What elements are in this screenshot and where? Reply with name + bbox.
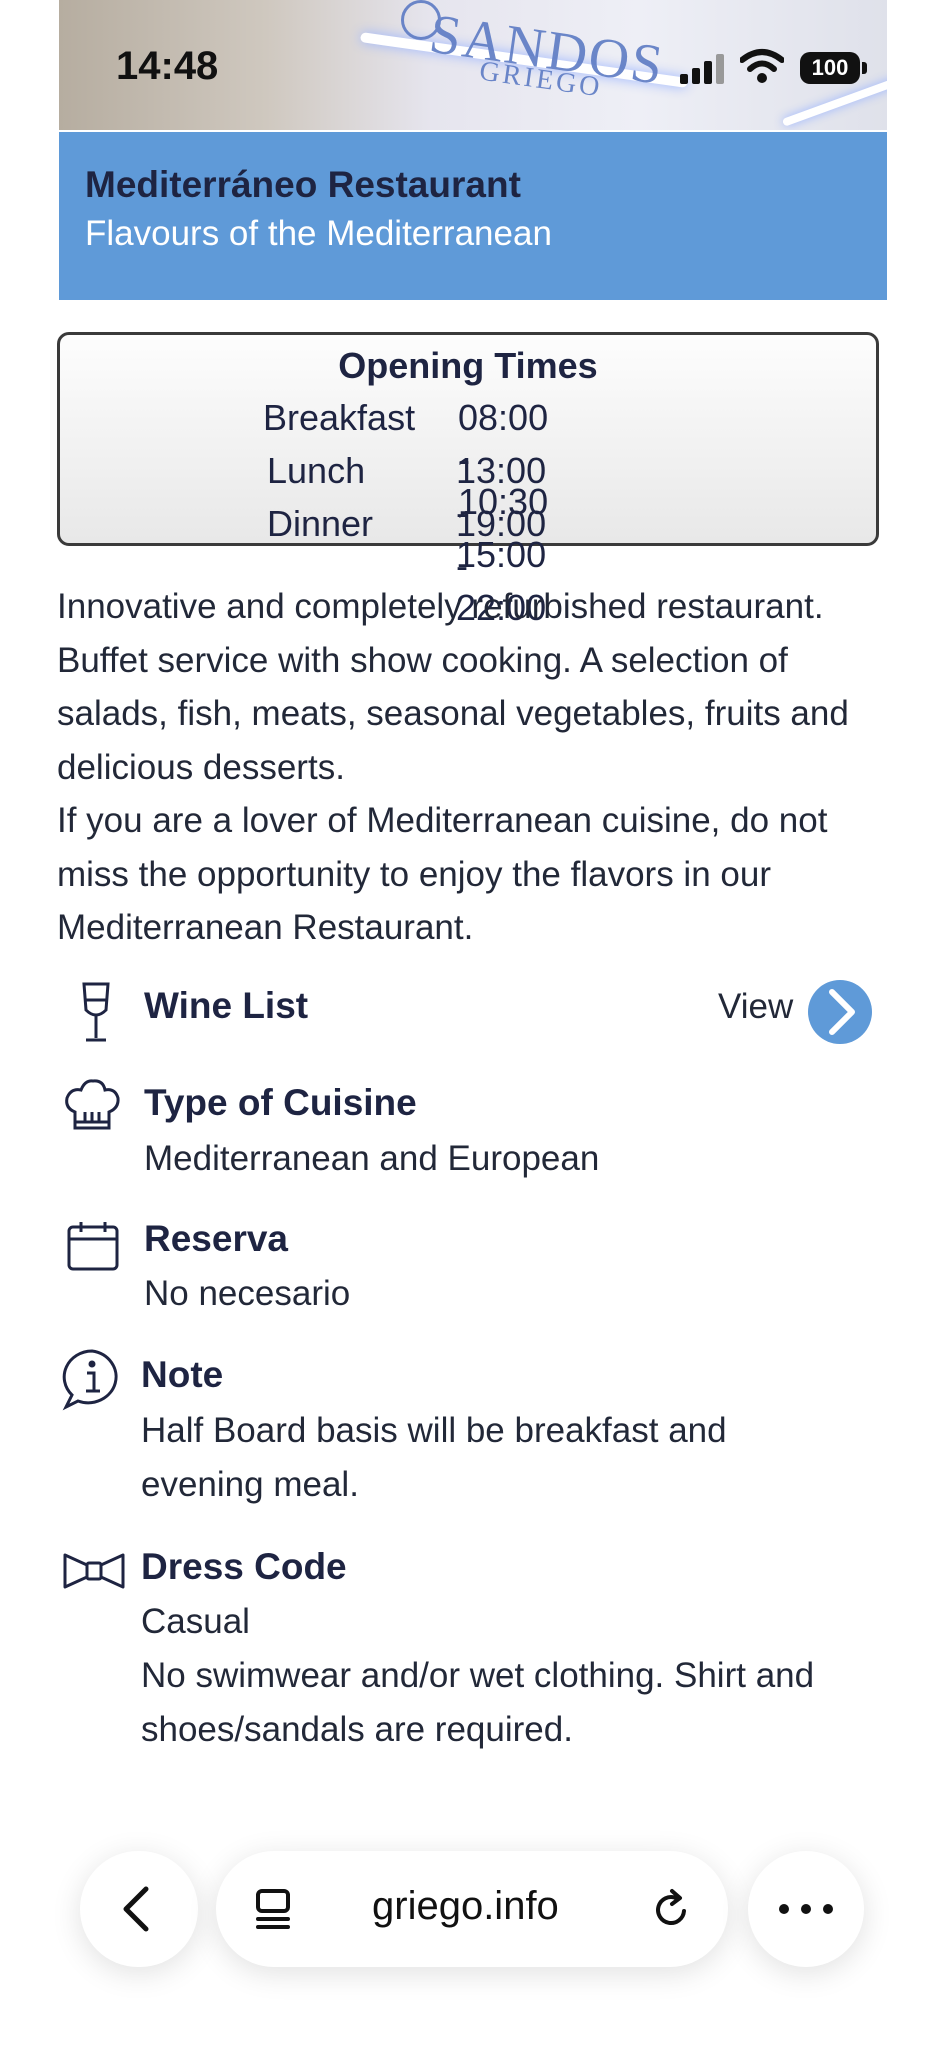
chevron-right-icon [829, 989, 855, 1035]
url-text[interactable]: griego.info [372, 1884, 559, 1929]
chevron-left-icon [123, 1886, 149, 1932]
dress-code-detail: No swimwear and/or wet clothing. Shirt a… [141, 1656, 815, 1749]
restaurant-description: Innovative and completely refurbished re… [57, 580, 887, 955]
ellipsis-icon [779, 1904, 833, 1914]
status-time: 14:48 [116, 44, 219, 88]
view-wine-list-button[interactable] [808, 980, 872, 1044]
tab-overview-icon[interactable] [252, 1887, 296, 1931]
dress-code-title: Dress Code [141, 1546, 347, 1587]
battery-tip [862, 62, 867, 74]
more-options-button[interactable] [748, 1851, 864, 1967]
meal-name: Lunch [267, 450, 366, 491]
battery-icon: 100 [800, 52, 860, 84]
note-title: Note [141, 1354, 224, 1395]
wine-list-title: Wine List [144, 985, 309, 1026]
opening-times-title: Opening Times [338, 345, 598, 386]
cuisine-title: Type of Cuisine [144, 1082, 417, 1123]
restaurant-header: Mediterráneo Restaurant Flavours of the … [59, 132, 887, 300]
dress-code-value: Casual [141, 1602, 250, 1641]
back-button[interactable] [80, 1851, 198, 1967]
restaurant-subtitle: Flavours of the Mediterranean [85, 214, 552, 253]
description-paragraph: Innovative and completely refurbished re… [57, 587, 849, 787]
cuisine-value: Mediterranean and European [144, 1139, 600, 1178]
restaurant-title: Mediterráneo Restaurant [85, 164, 521, 205]
calendar-icon [67, 1222, 119, 1271]
reservation-title: Reserva [144, 1218, 289, 1259]
info-icon [62, 1349, 118, 1411]
wine-glass-icon [82, 982, 110, 1042]
reservation-value: No necesario [144, 1274, 351, 1313]
bow-tie-icon [63, 1553, 125, 1589]
description-paragraph: If you are a lover of Mediterranean cuis… [57, 801, 828, 947]
wifi-icon [740, 49, 784, 83]
chef-hat-icon [65, 1079, 120, 1130]
reload-icon[interactable] [650, 1887, 694, 1931]
meal-name: Breakfast [263, 397, 416, 438]
note-value: Half Board basis will be breakfast and e… [141, 1411, 727, 1504]
cellular-signal-icon [680, 52, 724, 84]
meal-name: Dinner [267, 503, 374, 544]
view-wine-list-link[interactable]: View [718, 987, 793, 1027]
opening-times-panel: Opening Times Breakfast 08:00 - 10:30 Lu… [57, 332, 879, 628]
status-bar: 14:48 100 [0, 0, 945, 130]
